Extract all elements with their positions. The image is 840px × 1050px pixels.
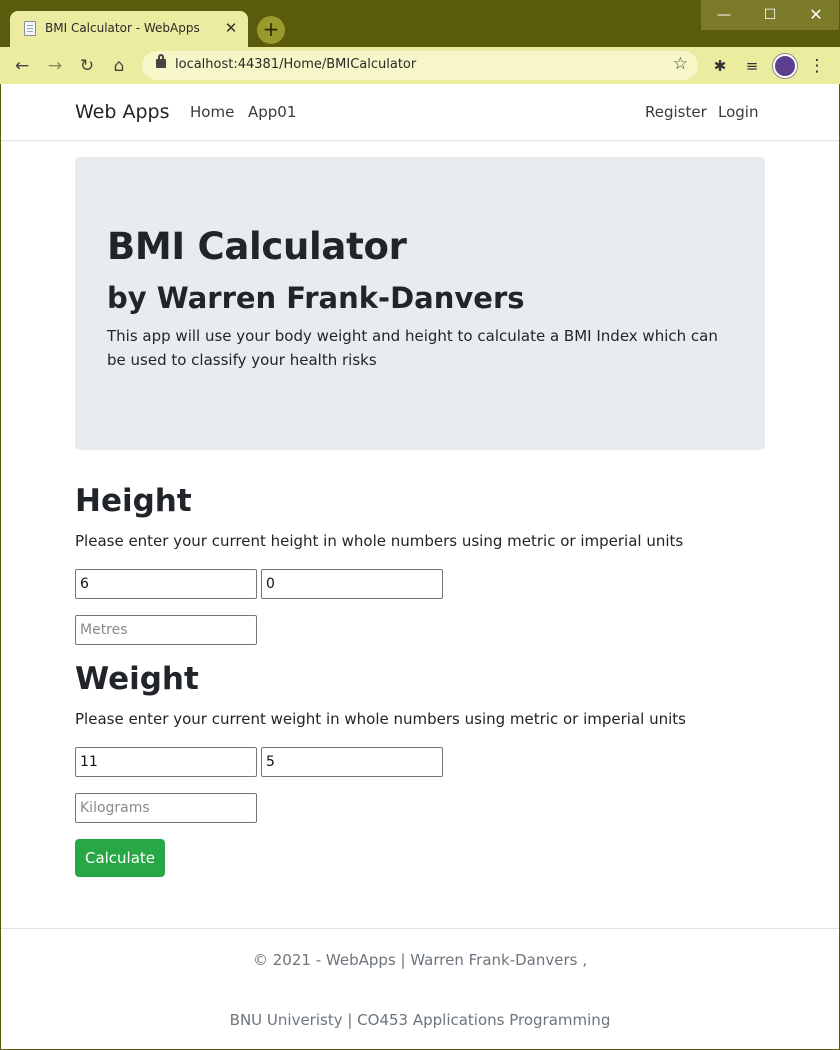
tab-close-icon[interactable]: ✕ [222, 19, 240, 37]
reload-icon[interactable]: ↻ [74, 53, 100, 79]
weight-pounds-input[interactable] [261, 747, 443, 777]
home-icon[interactable]: ⌂ [106, 53, 132, 79]
browser-menu-icon[interactable]: ⋮ [804, 53, 830, 79]
back-arrow-icon[interactable]: ← [9, 53, 35, 79]
nav-link-login[interactable]: Login [718, 103, 758, 121]
forward-arrow-icon[interactable]: → [42, 53, 68, 79]
navbar-brand[interactable]: Web Apps [75, 101, 169, 123]
calculate-button[interactable]: Calculate [75, 839, 165, 877]
address-bar[interactable]: localhost:44381/Home/BMICalculator ☆ [142, 51, 698, 80]
bookmark-star-icon[interactable]: ☆ [673, 54, 688, 74]
height-feet-input[interactable] [75, 569, 257, 599]
extensions-puzzle-icon[interactable]: ✱ [707, 53, 733, 79]
height-inches-input[interactable] [261, 569, 443, 599]
page-content: Web Apps Home App01 Register Login BMI C… [1, 84, 839, 1049]
window-border-left [0, 84, 1, 1050]
weight-description: Please enter your current weight in whol… [75, 710, 686, 728]
weight-stones-input[interactable] [75, 747, 257, 777]
window-close-button[interactable]: ✕ [793, 0, 839, 30]
site-footer: © 2021 - WebApps | Warren Frank-Danvers … [1, 928, 839, 1049]
nav-link-app01[interactable]: App01 [248, 103, 296, 121]
height-description: Please enter your current height in whol… [75, 532, 684, 550]
profile-avatar[interactable] [773, 54, 797, 78]
page-subtitle: by Warren Frank-Danvers [107, 281, 525, 315]
page-description: This app will use your body weight and h… [107, 327, 718, 369]
height-metres-input[interactable] [75, 615, 257, 645]
browser-toolbar: ← → ↻ ⌂ localhost:44381/Home/BMICalculat… [0, 47, 840, 84]
address-url[interactable]: localhost:44381/Home/BMICalculator [175, 57, 416, 72]
weight-heading: Weight [75, 661, 199, 697]
nav-link-register[interactable]: Register [645, 103, 707, 121]
site-navbar: Web Apps Home App01 Register Login [1, 84, 839, 141]
window-minimize-button[interactable]: — [701, 0, 747, 30]
window-maximize-button[interactable]: ☐ [747, 0, 793, 30]
new-tab-button[interactable]: + [257, 16, 285, 44]
browser-tab[interactable]: BMI Calculator - WebApps ✕ [10, 11, 248, 47]
page-favicon-icon [24, 21, 36, 36]
height-heading: Height [75, 483, 192, 519]
footer-course: BNU Univeristy | CO453 Applications Prog… [229, 1011, 611, 1029]
page-title: BMI Calculator [107, 225, 407, 268]
tab-title: BMI Calculator - WebApps [45, 21, 200, 35]
weight-kilograms-input[interactable] [75, 793, 257, 823]
lock-icon [156, 54, 166, 68]
browser-titlebar: BMI Calculator - WebApps ✕ + — ☐ ✕ [0, 0, 840, 47]
jumbotron: BMI Calculator by Warren Frank-Danvers T… [75, 157, 765, 450]
nav-link-home[interactable]: Home [190, 103, 234, 121]
footer-copyright: © 2021 - WebApps | Warren Frank-Danvers … [253, 951, 587, 969]
media-queue-icon[interactable]: ≡ [739, 53, 765, 79]
